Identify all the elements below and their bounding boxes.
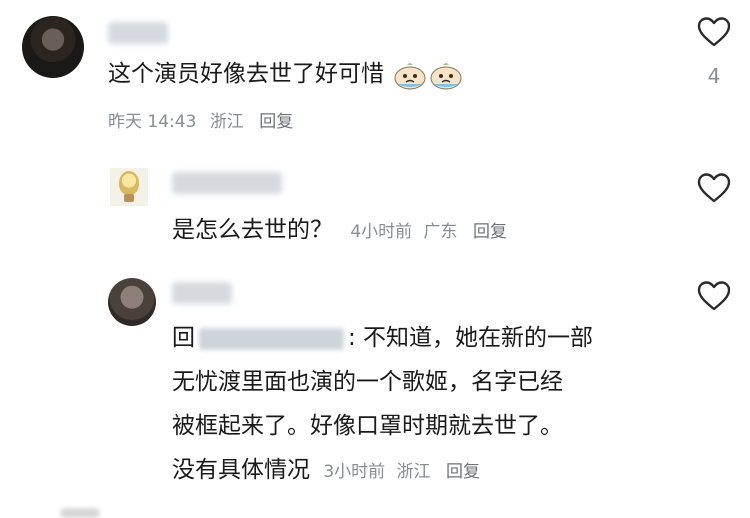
timestamp: 昨天 14:43 xyxy=(108,112,197,132)
comment-text-line: 没有具体情况 3小时前 浙江 回复 xyxy=(172,457,480,483)
reply-button[interactable]: 回复 xyxy=(446,462,480,482)
comment-text-line: 被框起来了。好像口罩时期就去世了。 xyxy=(172,413,563,439)
mention-blurred xyxy=(199,327,344,350)
comment-text: 是怎么去世的？ 4小时前 广东 回复 xyxy=(172,217,507,243)
like-count: 4 xyxy=(707,64,721,88)
reply-button[interactable]: 回复 xyxy=(473,222,507,242)
crying-baby-emoji-icon xyxy=(430,62,462,89)
location: 浙江 xyxy=(396,462,431,482)
heart-outline-icon[interactable] xyxy=(696,172,732,204)
username-blurred[interactable] xyxy=(172,282,232,304)
heart-outline-icon[interactable] xyxy=(696,280,732,312)
avatar[interactable] xyxy=(22,16,84,78)
timestamp: 4小时前 xyxy=(350,222,413,242)
comment-meta: 4小时前 广东 回复 xyxy=(350,222,507,242)
comment-text: 这个演员好像去世了好可惜 xyxy=(108,58,463,90)
crying-baby-emoji-icon xyxy=(394,62,426,89)
comment-meta: 3小时前 浙江 回复 xyxy=(323,462,480,482)
comment-meta: 昨天 14:43 浙江 回复 xyxy=(108,107,293,132)
username-blurred[interactable] xyxy=(108,22,168,44)
location: 浙江 xyxy=(209,112,244,132)
reply-prefix: 回 xyxy=(172,325,195,351)
avatar[interactable] xyxy=(110,168,148,206)
reply-button[interactable]: 回复 xyxy=(259,112,293,132)
next-avatar-partial xyxy=(60,508,100,518)
timestamp: 3小时前 xyxy=(323,462,386,482)
avatar[interactable] xyxy=(108,278,156,326)
comment-text-line: 无忧渡里面也演的一个歌姬，名字已经 xyxy=(172,369,563,395)
username-blurred[interactable] xyxy=(172,172,282,194)
location: 广东 xyxy=(423,222,458,242)
heart-outline-icon[interactable] xyxy=(696,16,732,48)
comment-text-line: 回: 不知道，她在新的一部 xyxy=(172,325,594,351)
